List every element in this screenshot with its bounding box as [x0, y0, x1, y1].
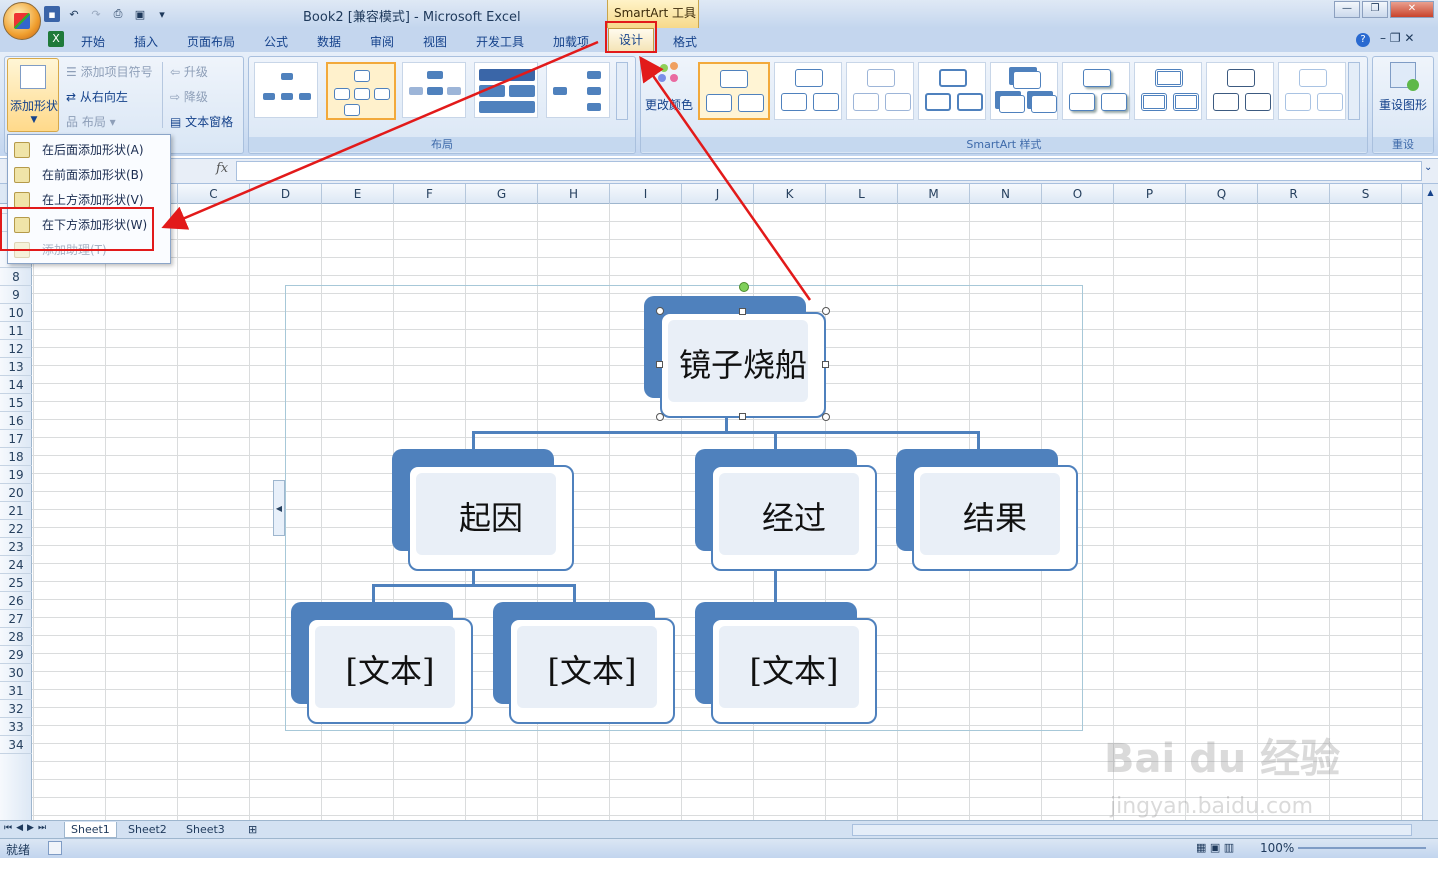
arrow-to-design-tab	[639, 55, 812, 301]
annotation-arrows	[161, 40, 812, 301]
arrow-to-add-below	[161, 40, 599, 230]
